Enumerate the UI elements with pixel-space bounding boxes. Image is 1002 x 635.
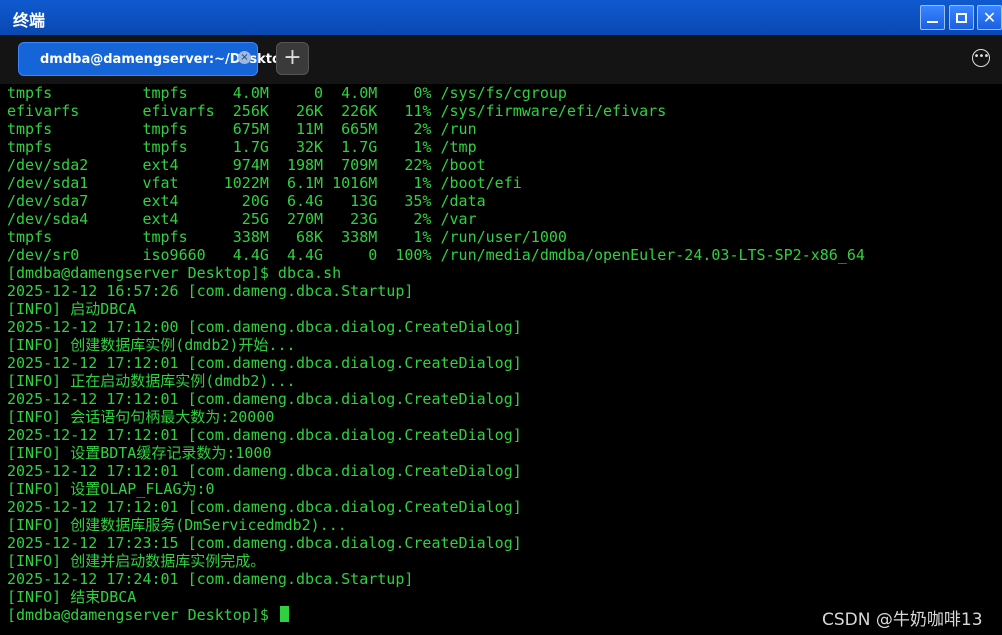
terminal-line: 2025-12-12 16:57:26 [com.dameng.dbca.Sta… <box>7 282 414 300</box>
minimize-icon <box>927 21 938 23</box>
close-button[interactable]: ✕ <box>977 5 1002 30</box>
terminal-line: [INFO] 创建数据库服务(DmServicedmdb2)... <box>7 516 347 534</box>
terminal-line: [INFO] 会话语句句柄最大数为:20000 <box>7 408 275 426</box>
close-icon: ✕ <box>982 7 997 27</box>
terminal-line: /dev/sda4 ext4 25G 270M 23G 2% /var <box>7 210 477 228</box>
maximize-button[interactable] <box>949 5 974 30</box>
terminal-prompt: [dmdba@damengserver Desktop]$ <box>7 606 278 624</box>
terminal-line: 2025-12-12 17:12:01 [com.dameng.dbca.dia… <box>7 354 522 372</box>
terminal-text: tmpfs tmpfs 4.0M 0 4.0M 0% /sys/fs/cgrou… <box>0 84 1002 624</box>
terminal-line: efivarfs efivarfs 256K 26K 226K 11% /sys… <box>7 102 667 120</box>
terminal-line: 2025-12-12 17:12:00 [com.dameng.dbca.dia… <box>7 318 522 336</box>
tab-label: dmdba@damengserver:~/Desktop <box>40 52 291 67</box>
watermark: CSDN @牛奶咖啡13 <box>822 610 983 630</box>
terminal-line: tmpfs tmpfs 675M 11M 665M 2% /run <box>7 120 477 138</box>
more-options-icon[interactable]: ••• <box>972 49 990 67</box>
terminal-line: [INFO] 结束DBCA <box>7 588 137 606</box>
terminal-line: /dev/sda1 vfat 1022M 6.1M 1016M 1% /boot… <box>7 174 522 192</box>
maximize-icon <box>956 12 967 23</box>
terminal-line: [INFO] 设置OLAP_FLAG为:0 <box>7 480 215 498</box>
terminal-line: /dev/sr0 iso9660 4.4G 4.4G 0 100% /run/m… <box>7 246 865 264</box>
terminal-line: 2025-12-12 17:24:01 [com.dameng.dbca.Sta… <box>7 570 414 588</box>
terminal-output[interactable]: tmpfs tmpfs 4.0M 0 4.0M 0% /sys/fs/cgrou… <box>0 84 1002 635</box>
add-tab-button[interactable]: + <box>276 42 309 75</box>
terminal-line: [INFO] 设置BDTA缓存记录数为:1000 <box>7 444 272 462</box>
terminal-line: /dev/sda2 ext4 974M 198M 709M 22% /boot <box>7 156 486 174</box>
plus-icon: + <box>283 45 302 70</box>
terminal-line: tmpfs tmpfs 1.7G 32K 1.7G 1% /tmp <box>7 138 477 156</box>
terminal-line: [INFO] 创建数据库实例(dmdb2)开始... <box>7 336 296 354</box>
window-titlebar[interactable]: 终端 ✕ <box>0 0 1002 35</box>
terminal-line: [INFO] 创建并启动数据库实例完成。 <box>7 552 266 570</box>
terminal-line: tmpfs tmpfs 338M 68K 338M 1% /run/user/1… <box>7 228 567 246</box>
terminal-line: [dmdba@damengserver Desktop]$ dbca.sh <box>7 264 342 282</box>
terminal-line: tmpfs tmpfs 4.0M 0 4.0M 0% /sys/fs/cgrou… <box>7 84 567 102</box>
window-title: 终端 <box>13 11 46 30</box>
terminal-line: 2025-12-12 17:12:01 [com.dameng.dbca.dia… <box>7 498 522 516</box>
terminal-line: 2025-12-12 17:12:01 [com.dameng.dbca.dia… <box>7 390 522 408</box>
tab-close-icon[interactable]: × <box>238 51 251 64</box>
terminal-line: 2025-12-12 17:23:15 [com.dameng.dbca.dia… <box>7 534 522 552</box>
terminal-line: [INFO] 启动DBCA <box>7 300 137 318</box>
terminal-line: 2025-12-12 17:12:01 [com.dameng.dbca.dia… <box>7 462 522 480</box>
terminal-line: /dev/sda7 ext4 20G 6.4G 13G 35% /data <box>7 192 486 210</box>
terminal-line: 2025-12-12 17:12:01 [com.dameng.dbca.dia… <box>7 426 522 444</box>
minimize-button[interactable] <box>920 5 945 30</box>
terminal-cursor <box>279 606 289 622</box>
terminal-line: [INFO] 正在启动数据库实例(dmdb2)... <box>7 372 296 390</box>
tab-terminal-desktop[interactable]: dmdba@damengserver:~/Desktop × <box>18 42 290 76</box>
tab-bar: dmdba@damengserver:~/Desktop × + ••• <box>0 35 1002 84</box>
